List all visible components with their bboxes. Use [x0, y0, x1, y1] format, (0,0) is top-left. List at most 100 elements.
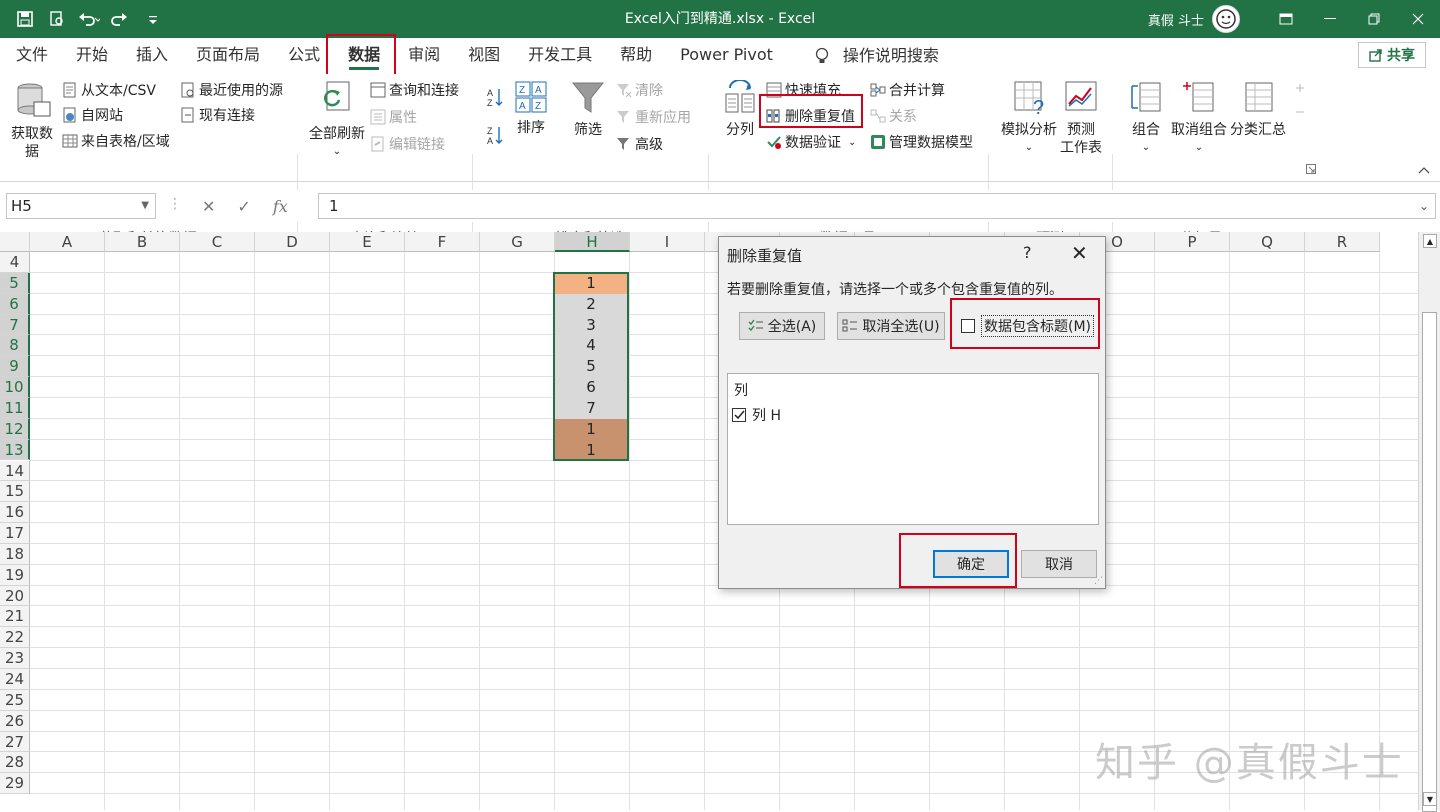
- row-header-13[interactable]: 13: [0, 439, 30, 461]
- edit-links-button[interactable]: 编辑链接: [370, 134, 445, 154]
- select-all-corner[interactable]: [0, 232, 30, 252]
- formula-input[interactable]: 1 ⌄: [318, 193, 1436, 219]
- enter-icon[interactable]: ✓: [237, 197, 250, 216]
- tab-review[interactable]: 审阅: [394, 38, 454, 74]
- list-item-column-h[interactable]: 列 H: [732, 405, 781, 425]
- column-header-p[interactable]: P: [1155, 232, 1230, 252]
- queries-connections-button[interactable]: 查询和连接: [370, 80, 459, 100]
- column-header-f[interactable]: F: [405, 232, 480, 252]
- tab-power-pivot[interactable]: Power Pivot: [666, 38, 787, 74]
- outline-dialog-launcher[interactable]: [1306, 164, 1316, 174]
- relationships-button[interactable]: 关系: [870, 106, 917, 126]
- column-header-g[interactable]: G: [480, 232, 555, 252]
- row-header-20[interactable]: 20: [0, 585, 30, 607]
- row-header-27[interactable]: 27: [0, 731, 30, 753]
- user-name[interactable]: 真假 斗士: [1148, 10, 1204, 29]
- row-header-10[interactable]: 10: [0, 377, 30, 398]
- row-header-22[interactable]: 22: [0, 627, 30, 649]
- checkbox-checked[interactable]: [732, 408, 746, 422]
- row-header-12[interactable]: 12: [0, 418, 30, 440]
- sort-ascending-button[interactable]: AZ: [486, 86, 504, 108]
- row-header-29[interactable]: 29: [0, 773, 30, 795]
- row-header-5[interactable]: 5: [0, 272, 30, 294]
- cancel-button[interactable]: 取消: [1021, 550, 1097, 578]
- resize-grip-icon[interactable]: ⋰: [1094, 576, 1103, 586]
- column-header-r[interactable]: R: [1305, 232, 1380, 252]
- column-header-q[interactable]: Q: [1230, 232, 1305, 252]
- tab-help[interactable]: 帮助: [606, 38, 666, 74]
- row-header-19[interactable]: 19: [0, 564, 30, 586]
- row-header-21[interactable]: 21: [0, 606, 30, 628]
- tab-view[interactable]: 视图: [454, 38, 514, 74]
- scroll-up-icon[interactable]: ▲: [1423, 234, 1437, 248]
- worksheet-grid[interactable]: ABCDEFGHIJKLMNOPQR4567891011121314151617…: [0, 232, 1418, 810]
- advanced-filter-button[interactable]: 高级: [616, 134, 663, 154]
- subtotal-button[interactable]: 分类汇总: [1230, 80, 1286, 139]
- row-header-23[interactable]: 23: [0, 648, 30, 669]
- formula-bar-drag-handle[interactable]: ⋮: [168, 196, 182, 212]
- expand-formula-icon[interactable]: ⌄: [1419, 194, 1429, 218]
- data-validation-button[interactable]: 数据验证 ⌄: [766, 132, 856, 152]
- row-header-26[interactable]: 26: [0, 710, 30, 732]
- row-header-8[interactable]: 8: [0, 335, 30, 357]
- column-header-a[interactable]: A: [30, 232, 105, 252]
- tab-developer[interactable]: 开发工具: [514, 38, 606, 74]
- insert-function-icon[interactable]: fx: [273, 197, 288, 216]
- minimize-icon[interactable]: [1308, 0, 1352, 38]
- cancel-icon[interactable]: ✕: [202, 197, 215, 216]
- group-button[interactable]: 组合 ⌄: [1124, 80, 1168, 157]
- row-header-16[interactable]: 16: [0, 502, 30, 524]
- ungroup-button[interactable]: 取消组合 ⌄: [1170, 80, 1228, 157]
- from-table-button[interactable]: 来自表格/区域: [62, 131, 170, 151]
- text-to-columns-button[interactable]: 分列: [720, 79, 760, 139]
- row-header-25[interactable]: 25: [0, 689, 30, 711]
- row-header-15[interactable]: 15: [0, 481, 30, 503]
- properties-button[interactable]: 属性: [370, 107, 417, 127]
- column-header-c[interactable]: C: [180, 232, 255, 252]
- restore-icon[interactable]: [1352, 0, 1396, 38]
- recent-sources-button[interactable]: 最近使用的源: [180, 80, 283, 100]
- filter-button[interactable]: 筛选: [568, 80, 608, 139]
- show-detail-button[interactable]: [1292, 80, 1308, 96]
- clear-filter-button[interactable]: 清除: [616, 80, 663, 100]
- share-button[interactable]: 共享: [1358, 42, 1426, 68]
- from-text-csv-button[interactable]: 从文本/CSV: [62, 80, 156, 100]
- row-header-17[interactable]: 17: [0, 523, 30, 544]
- row-header-6[interactable]: 6: [0, 293, 30, 315]
- existing-connections-button[interactable]: 现有连接: [180, 105, 255, 125]
- tab-file[interactable]: 文件: [0, 38, 62, 74]
- column-header-b[interactable]: B: [105, 232, 180, 252]
- sort-descending-button[interactable]: ZA: [486, 124, 504, 146]
- tab-home[interactable]: 开始: [62, 38, 122, 74]
- sort-button[interactable]: ZAAZ 排序: [512, 80, 550, 137]
- row-header-18[interactable]: 18: [0, 543, 30, 565]
- collapse-ribbon-button[interactable]: [1418, 166, 1430, 174]
- row-header-28[interactable]: 28: [0, 752, 30, 774]
- tell-me-search[interactable]: 操作说明搜索: [801, 38, 953, 74]
- row-header-14[interactable]: 14: [0, 460, 30, 482]
- vertical-scrollbar[interactable]: ▲ ▼: [1418, 232, 1440, 812]
- consolidate-button[interactable]: 合并计算: [870, 80, 945, 100]
- select-all-button[interactable]: 全选(A): [739, 312, 825, 340]
- column-header-h[interactable]: H: [555, 232, 630, 252]
- row-header-24[interactable]: 24: [0, 669, 30, 690]
- row-header-7[interactable]: 7: [0, 314, 30, 336]
- scroll-thumb[interactable]: [1422, 312, 1437, 812]
- forecast-sheet-button[interactable]: 预测 工作表: [1058, 80, 1104, 157]
- get-data-button[interactable]: 获取数据: [8, 80, 56, 161]
- tab-page-layout[interactable]: 页面布局: [182, 38, 274, 74]
- hide-detail-button[interactable]: [1292, 104, 1308, 120]
- refresh-all-button[interactable]: 全部刷新 ⌄: [306, 80, 368, 161]
- close-icon[interactable]: ✕: [1071, 241, 1088, 265]
- column-header-e[interactable]: E: [330, 232, 405, 252]
- column-header-i[interactable]: I: [630, 232, 705, 252]
- avatar[interactable]: [1212, 5, 1240, 33]
- ribbon-display-options-icon[interactable]: [1264, 0, 1308, 38]
- unselect-all-button[interactable]: 取消全选(U): [837, 312, 945, 340]
- from-web-button[interactable]: 自网站: [62, 105, 123, 125]
- reapply-button[interactable]: 重新应用: [616, 107, 691, 127]
- what-if-analysis-button[interactable]: ? 模拟分析 ⌄: [996, 80, 1062, 157]
- tab-insert[interactable]: 插入: [122, 38, 182, 74]
- scroll-down-icon[interactable]: ▼: [1423, 792, 1437, 806]
- row-header-9[interactable]: 9: [0, 356, 30, 378]
